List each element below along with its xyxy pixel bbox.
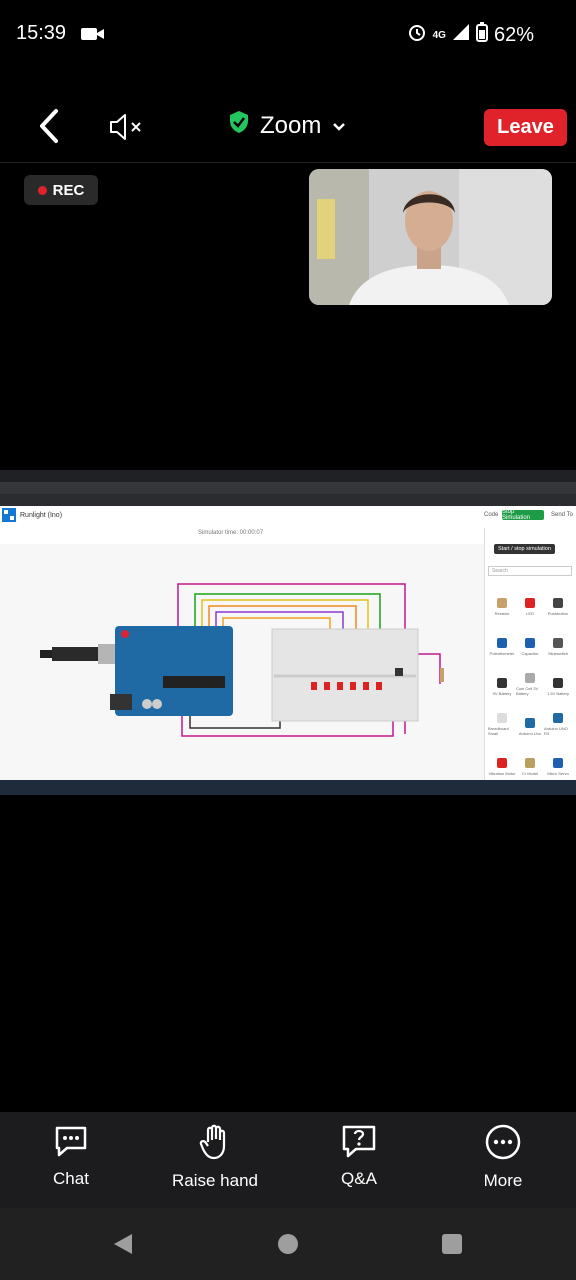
browser-tabs bbox=[0, 470, 576, 482]
recording-badge: REC bbox=[24, 175, 98, 205]
chat-button[interactable]: Chat bbox=[16, 1124, 126, 1189]
component-item[interactable]: Coin Cell 3V Battery bbox=[516, 660, 544, 696]
qa-label: Q&A bbox=[341, 1169, 377, 1188]
alarm-icon bbox=[407, 22, 427, 48]
component-item[interactable]: Arduino UNO R3 bbox=[544, 700, 572, 736]
meeting-top-bar: Zoom Leave bbox=[0, 90, 576, 163]
component-item[interactable]: LED bbox=[516, 580, 544, 616]
meeting-controls: Chat Raise hand Q&A More bbox=[0, 1112, 576, 1208]
component-item[interactable]: 9V Battery bbox=[488, 660, 516, 696]
more-label: More bbox=[483, 1171, 523, 1190]
hand-icon bbox=[199, 1124, 231, 1165]
status-time: 15:39 bbox=[16, 22, 67, 44]
chat-icon bbox=[53, 1124, 89, 1163]
battery-percent: 62% bbox=[493, 23, 534, 46]
windows-taskbar bbox=[0, 780, 576, 795]
component-item[interactable]: Breadboard Small bbox=[488, 700, 516, 736]
qa-button[interactable]: Q&A bbox=[304, 1124, 414, 1189]
back-icon[interactable] bbox=[34, 108, 64, 149]
qa-icon bbox=[341, 1124, 377, 1163]
record-dot-icon bbox=[37, 185, 47, 195]
component-grid: Resistor LED Pushbutton Potentiometer Ca… bbox=[488, 580, 572, 776]
meeting-title[interactable]: Zoom bbox=[228, 110, 347, 141]
simulator-time: Simulator time: 00:00:07 bbox=[198, 530, 264, 536]
component-item[interactable]: Arduino Uno bbox=[516, 700, 544, 736]
system-nav-bar bbox=[0, 1208, 576, 1280]
simulation-tooltip: Start / stop simulation bbox=[494, 544, 555, 554]
component-item[interactable]: Micro Servo bbox=[544, 740, 572, 776]
leave-button[interactable]: Leave bbox=[484, 109, 567, 146]
raise-hand-label: Raise hand bbox=[171, 1171, 258, 1190]
shared-screen[interactable]: Runlight (Ino) Code Stop Simulation Send… bbox=[0, 470, 576, 795]
component-item[interactable]: Cr Model bbox=[516, 740, 544, 776]
network-label: 4G bbox=[432, 29, 446, 41]
chat-label: Chat bbox=[53, 1169, 89, 1188]
send-to-button[interactable]: Send To bbox=[551, 512, 573, 518]
component-item[interactable]: Resistor bbox=[488, 580, 516, 616]
rec-label: REC bbox=[52, 181, 85, 199]
participant-video[interactable] bbox=[309, 169, 552, 305]
circuit-canvas[interactable] bbox=[0, 544, 484, 780]
meeting-title-label: Zoom bbox=[260, 111, 322, 139]
nav-back-icon[interactable] bbox=[112, 1232, 134, 1261]
component-search-input[interactable]: Search bbox=[488, 566, 572, 576]
browser-bookmarks-bar bbox=[0, 494, 576, 506]
stop-simulation-button[interactable]: Stop Simulation bbox=[502, 509, 544, 521]
code-button[interactable]: Code bbox=[484, 512, 498, 518]
shield-check-icon bbox=[228, 110, 250, 141]
video-camera-icon bbox=[80, 25, 106, 48]
browser-address-bar bbox=[0, 482, 576, 494]
component-item[interactable]: Capacitor bbox=[516, 620, 544, 656]
component-item[interactable]: 1.5V Battery bbox=[544, 660, 572, 696]
component-item[interactable]: Slideswitch bbox=[544, 620, 572, 656]
component-item[interactable]: Potentiometer bbox=[488, 620, 516, 656]
component-item[interactable]: Vibration Motor bbox=[488, 740, 516, 776]
project-title: Runlight (Ino) bbox=[20, 512, 63, 519]
nav-home-icon[interactable] bbox=[277, 1233, 299, 1260]
nav-recents-icon[interactable] bbox=[441, 1233, 463, 1260]
raise-hand-button[interactable]: Raise hand bbox=[160, 1124, 270, 1191]
more-icon bbox=[485, 1124, 521, 1165]
status-right: 4G 62% bbox=[407, 22, 534, 48]
more-button[interactable]: More bbox=[448, 1124, 558, 1191]
chevron-down-icon bbox=[331, 112, 347, 140]
component-item[interactable]: Pushbutton bbox=[544, 580, 572, 616]
signal-icon bbox=[452, 23, 470, 47]
speaker-muted-icon[interactable] bbox=[108, 112, 148, 147]
battery-icon bbox=[475, 22, 488, 48]
status-bar: 15:39 4G 62% bbox=[0, 0, 576, 68]
tinkercad-logo-icon bbox=[2, 508, 16, 527]
